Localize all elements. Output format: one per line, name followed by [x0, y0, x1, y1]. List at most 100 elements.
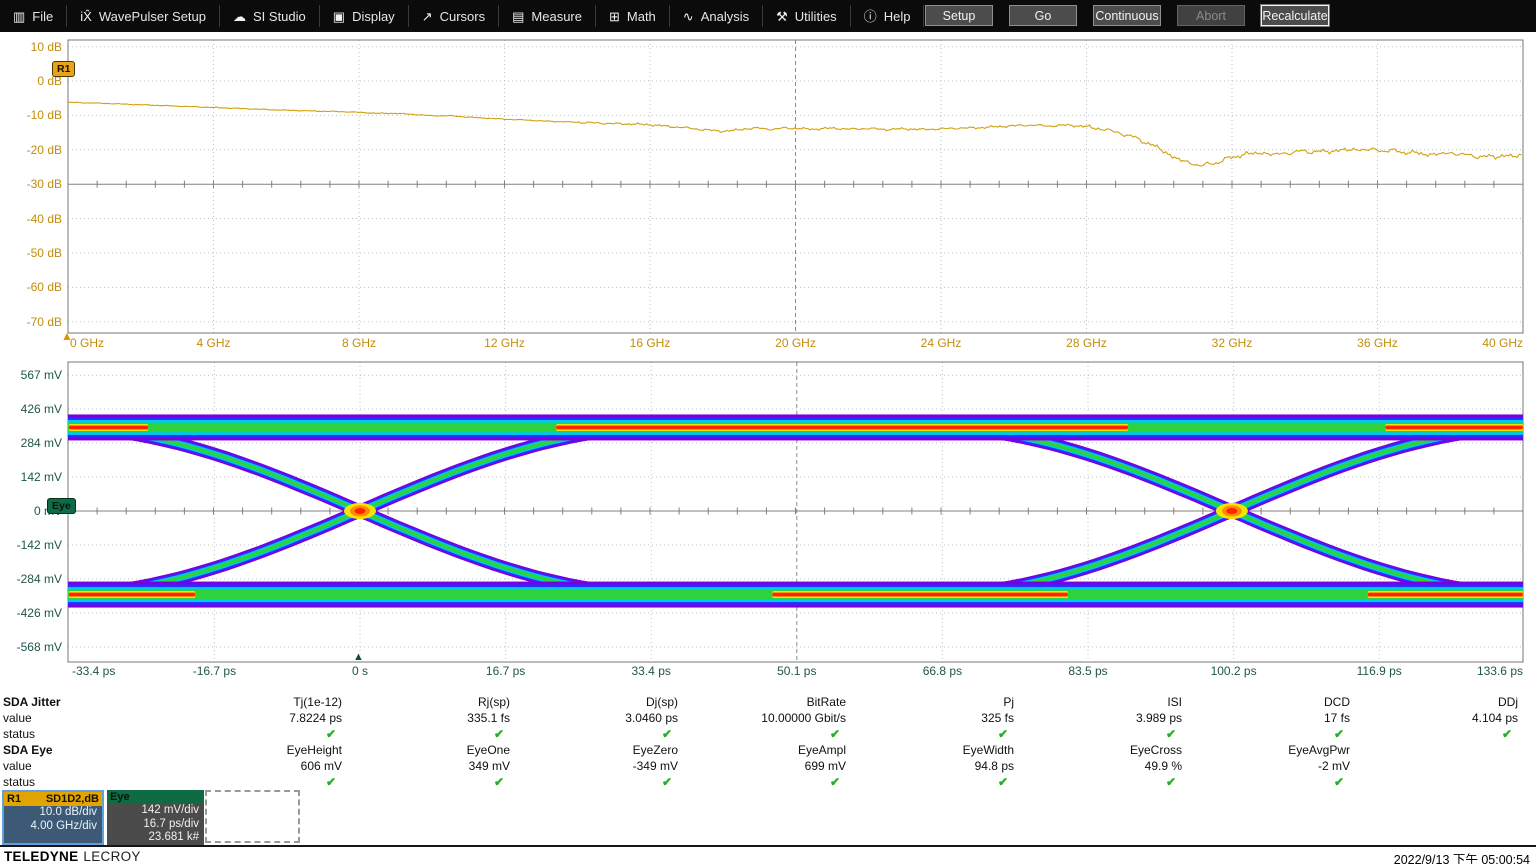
status-bar: TELEDYNELECROY 2022/9/13 下午 05:00:54 [0, 845, 1536, 864]
sda-eye-param-value: 349 mV [356, 759, 524, 773]
r1-trace-descriptor[interactable]: R1 SD1D2,dB 10.0 dB/div 4.00 GHz/div [2, 790, 104, 845]
freq-x-tick-label: 36 GHz [1338, 336, 1418, 350]
eye-y-tick-label: -426 mV [0, 606, 62, 620]
sda-jitter-param-value: 325 fs [860, 711, 1028, 725]
eye-x-tick-label: 100.2 ps [1194, 664, 1274, 678]
eye-x-tick-label: 16.7 ps [466, 664, 546, 678]
eye-vertical-scale: 142 mV/div [107, 804, 204, 818]
eye-x-tick-label: -33.4 ps [72, 664, 152, 678]
status-pass-icon: ✔ [524, 727, 692, 741]
freq-x-tick-label: 16 GHz [610, 336, 690, 350]
status-pass-icon: ✔ [860, 727, 1028, 741]
freq-x-tick-label: 32 GHz [1192, 336, 1272, 350]
status-pass-icon: ✔ [860, 775, 1028, 789]
status-pass-icon: ✔ [188, 727, 356, 741]
sda-jitter-param-name: Tj(1e-12) [188, 695, 356, 709]
sda-jitter-table-title: SDA Jitter [0, 695, 188, 709]
eye-descriptor-id: Eye [110, 791, 130, 803]
freq-x-tick-label: 0 GHz [70, 336, 150, 350]
eye-x-tick-label: 66.8 ps [902, 664, 982, 678]
sda-jitter-param-value: 335.1 fs [356, 711, 524, 725]
freq-y-tick-label: 10 dB [0, 40, 62, 54]
eye-x-tick-label: -16.7 ps [174, 664, 254, 678]
eye-y-tick-label: 567 mV [0, 368, 62, 382]
sda-jitter-param-name: DCD [1196, 695, 1364, 709]
sda-eye-param-value: -349 mV [524, 759, 692, 773]
sda-eye-param-value: 699 mV [692, 759, 860, 773]
freq-x-tick-label: 28 GHz [1047, 336, 1127, 350]
sda-eye-param-name: EyeHeight [188, 743, 356, 757]
r1-vertical-scale: 10.0 dB/div [4, 806, 102, 820]
eye-y-tick-label: 142 mV [0, 470, 62, 484]
frequency-origin-marker-icon[interactable]: ▲ [61, 330, 73, 342]
frequency-response-plot [0, 0, 1536, 356]
clock: 2022/9/13 下午 05:00:54 [1394, 849, 1530, 864]
sda-eye-param-value: -2 mV [1196, 759, 1364, 773]
teledyne-lecroy-logo: TELEDYNELECROY [4, 849, 141, 864]
freq-y-tick-label: -40 dB [0, 212, 62, 226]
sda-jitter-param-name: ISI [1028, 695, 1196, 709]
sda-jitter-param-name: BitRate [692, 695, 860, 709]
sda-eye-value-row: value606 mV349 mV-349 mV699 mV94.8 ps49.… [0, 758, 1536, 774]
sda-eye-value-label: value [0, 759, 188, 773]
status-pass-icon: ✔ [524, 775, 692, 789]
empty-trace-slot[interactable] [205, 790, 300, 843]
eye-horizontal-scale: 16.7 ps/div [107, 818, 204, 832]
status-pass-icon: ✔ [1196, 775, 1364, 789]
freq-y-tick-label: -70 dB [0, 315, 62, 329]
eye-x-tick-label: 33.4 ps [611, 664, 691, 678]
sda-eye-param-name: EyeAvgPwr [1196, 743, 1364, 757]
freq-x-tick-label: 4 GHz [174, 336, 254, 350]
sda-jitter-param-value: 3.989 ps [1028, 711, 1196, 725]
sda-jitter-param-name: Pj [860, 695, 1028, 709]
sda-eye-status-row: status✔✔✔✔✔✔✔ [0, 774, 1536, 790]
sda-eye-status-label: status [0, 775, 188, 789]
sda-jitter-param-name: Dj(sp) [524, 695, 692, 709]
sda-eye-param-value: 49.9 % [1028, 759, 1196, 773]
eye-x-tick-label: 83.5 ps [1048, 664, 1128, 678]
sda-eye-param-value: 94.8 ps [860, 759, 1028, 773]
freq-y-tick-label: -50 dB [0, 246, 62, 260]
eye-trigger-marker-icon[interactable]: ▲ [353, 652, 364, 663]
sda-jitter-status-row: status✔✔✔✔✔✔✔✔ [0, 726, 1536, 742]
sda-jitter-value-row: value7.8224 ps335.1 fs3.0460 ps10.00000 … [0, 710, 1536, 726]
sda-jitter-param-value: 7.8224 ps [188, 711, 356, 725]
eye-y-tick-label: 426 mV [0, 402, 62, 416]
eye-y-tick-label: -142 mV [0, 538, 62, 552]
eye-x-tick-label: 0 s [320, 664, 400, 678]
sda-jitter-param-name: DDj [1364, 695, 1532, 709]
eye-trace-badge[interactable]: Eye [47, 498, 76, 514]
sda-eye-header-row: SDA EyeEyeHeightEyeOneEyeZeroEyeAmplEyeW… [0, 742, 1536, 758]
freq-y-tick-label: -10 dB [0, 108, 62, 122]
measurement-tables: SDA JitterTj(1e-12)Rj(sp)Dj(sp)BitRatePj… [0, 694, 1536, 790]
sda-jitter-value-label: value [0, 711, 188, 725]
r1-descriptor-source: SD1D2,dB [46, 793, 99, 805]
eye-x-tick-label: 116.9 ps [1339, 664, 1419, 678]
freq-x-tick-label: 12 GHz [465, 336, 545, 350]
freq-y-tick-label: -20 dB [0, 143, 62, 157]
eye-y-tick-label: 284 mV [0, 436, 62, 450]
sda-eye-param-name: EyeWidth [860, 743, 1028, 757]
r1-trace-badge[interactable]: R1 [52, 61, 75, 77]
status-pass-icon: ✔ [1364, 727, 1532, 741]
freq-x-tick-label: 8 GHz [319, 336, 399, 350]
freq-y-tick-label: -30 dB [0, 177, 62, 191]
freq-x-tick-label: 24 GHz [901, 336, 981, 350]
sda-eye-param-name: EyeOne [356, 743, 524, 757]
eye-y-tick-label: -284 mV [0, 572, 62, 586]
status-pass-icon: ✔ [692, 727, 860, 741]
status-pass-icon: ✔ [188, 775, 356, 789]
sda-jitter-status-label: status [0, 727, 188, 741]
status-pass-icon: ✔ [692, 775, 860, 789]
sda-jitter-param-value: 10.00000 Gbit/s [692, 711, 860, 725]
application-window: ▥FileiX̂WavePulser Setup☁SI Studio▣Displ… [0, 0, 1536, 864]
sda-eye-param-name: EyeAmpl [692, 743, 860, 757]
sda-jitter-header-row: SDA JitterTj(1e-12)Rj(sp)Dj(sp)BitRatePj… [0, 694, 1536, 710]
status-pass-icon: ✔ [356, 775, 524, 789]
eye-y-tick-label: -568 mV [0, 640, 62, 654]
sda-jitter-param-value: 17 fs [1196, 711, 1364, 725]
sda-jitter-param-name: Rj(sp) [356, 695, 524, 709]
eye-trace-descriptor[interactable]: Eye 142 mV/div 16.7 ps/div 23.681 k# [107, 790, 204, 845]
sda-jitter-param-value: 3.0460 ps [524, 711, 692, 725]
sda-eye-param-value: 606 mV [188, 759, 356, 773]
